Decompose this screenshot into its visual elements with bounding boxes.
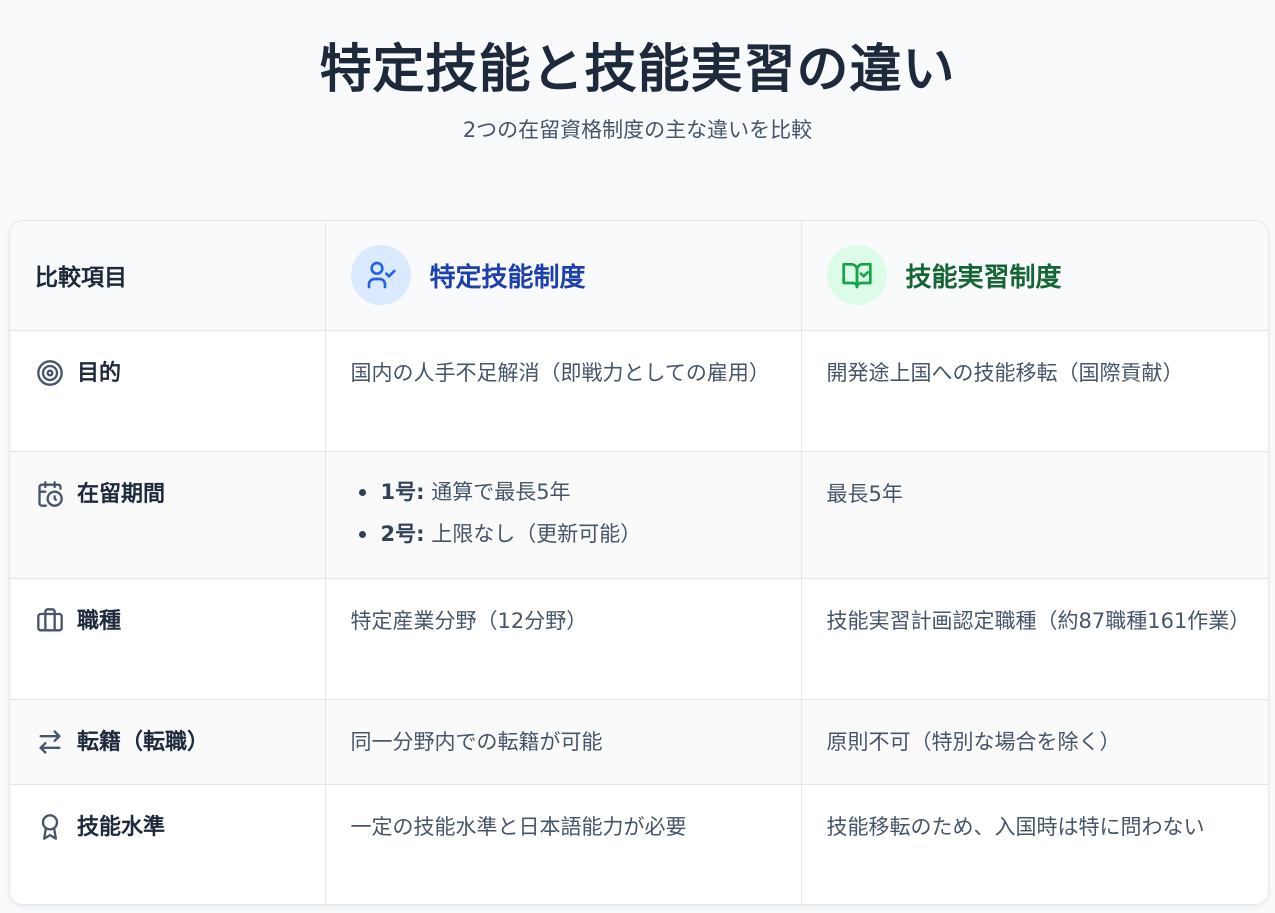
tokutei-value-cell: 特定産業分野（12分野） bbox=[325, 578, 802, 700]
page-subtitle: 2つの在留資格制度の主な違いを比較 bbox=[462, 118, 813, 142]
table-header-row: 比較項目 特定技能制度 技能実習制度 bbox=[10, 221, 1268, 331]
table-row: 職種 特定産業分野（12分野） 技能実習計画認定職種（約87職種161作業） bbox=[10, 578, 1268, 700]
jisshu-value-cell: 原則不可（特別な場合を除く） bbox=[801, 699, 1268, 785]
table-row: 在留期間 1号: 通算で最長5年 2号: 上限なし（更新可能） 最長5年 bbox=[10, 451, 1268, 579]
book-check-icon bbox=[826, 245, 887, 306]
list-item: 2号: 上限なし（更新可能） bbox=[358, 513, 776, 555]
comparison-item-label: 比較項目 bbox=[35, 265, 127, 292]
row-label: 在留期間 bbox=[77, 481, 166, 507]
user-check-icon bbox=[350, 245, 411, 306]
tokutei-value-cell: 一定の技能水準と日本語能力が必要 bbox=[325, 784, 802, 904]
row-label-cell: 転籍（転職） bbox=[10, 699, 326, 785]
list-item: 1号: 通算で最長5年 bbox=[358, 471, 776, 513]
row-label-cell: 在留期間 bbox=[10, 451, 326, 579]
jisshu-value-cell: 最長5年 bbox=[801, 451, 1268, 579]
header-cell-item: 比較項目 bbox=[10, 221, 326, 331]
period-list: 1号: 通算で最長5年 2号: 上限なし（更新可能） bbox=[351, 471, 776, 555]
jisshu-value-cell: 技能実習計画認定職種（約87職種161作業） bbox=[801, 578, 1268, 700]
row-label: 目的 bbox=[77, 360, 122, 386]
list-item-key: 2号: bbox=[380, 521, 425, 546]
row-label: 技能水準 bbox=[77, 814, 166, 840]
table-row: 目的 国内の人手不足解消（即戦力としての雇用） 開発途上国への技能移転（国際貢献… bbox=[10, 330, 1268, 452]
briefcase-icon bbox=[35, 606, 65, 636]
list-item-text: 通算で最長5年 bbox=[424, 479, 571, 504]
ginou-jisshu-title: 技能実習制度 bbox=[905, 262, 1062, 293]
calendar-clock-icon bbox=[35, 479, 65, 509]
jisshu-value-cell: 技能移転のため、入国時は特に問わない bbox=[826, 814, 1205, 839]
table-row: 転籍（転職） 同一分野内での転籍が可能 原則不可（特別な場合を除く） bbox=[10, 699, 1268, 785]
tokutei-value-cell: 同一分野内での転籍が可能 bbox=[325, 699, 802, 785]
header-cell-tokutei: 特定技能制度 bbox=[325, 221, 802, 331]
page-header: 特定技能と技能実習の違い 2つの在留資格制度の主な違いを比較 bbox=[0, 0, 1275, 144]
tokutei-ginou-title: 特定技能制度 bbox=[429, 262, 586, 293]
row-label-cell: 職種 bbox=[10, 578, 326, 700]
row-label-cell: 目的 bbox=[10, 330, 326, 452]
row-label-cell: 技能水準 bbox=[10, 784, 326, 904]
tokutei-value-cell: 国内の人手不足解消（即戦力としての雇用） bbox=[325, 330, 802, 452]
table-row: 技能水準 一定の技能水準と日本語能力が必要 技能移転のため、入国時は特に問わない bbox=[10, 784, 1268, 904]
target-icon bbox=[35, 358, 65, 388]
arrows-swap-icon bbox=[35, 727, 65, 757]
comparison-table: 比較項目 特定技能制度 技能実習制度 目的 国内の人手不足解消（即戦力としての雇… bbox=[10, 221, 1268, 904]
row-label: 職種 bbox=[77, 608, 122, 634]
award-icon bbox=[35, 812, 65, 842]
comparison-card: 比較項目 特定技能制度 技能実習制度 目的 国内の人手不足解消（即戦力としての雇… bbox=[9, 220, 1269, 905]
tokutei-value-cell: 1号: 通算で最長5年 2号: 上限なし（更新可能） bbox=[325, 451, 802, 579]
row-label: 転籍（転職） bbox=[77, 729, 210, 755]
jisshu-value-cell: 開発途上国への技能移転（国際貢献） bbox=[801, 330, 1268, 452]
list-item-text: 上限なし（更新可能） bbox=[424, 521, 642, 546]
page-title: 特定技能と技能実習の違い bbox=[319, 40, 956, 100]
header-cell-jisshu: 技能実習制度 bbox=[801, 221, 1268, 331]
list-item-key: 1号: bbox=[380, 479, 425, 504]
